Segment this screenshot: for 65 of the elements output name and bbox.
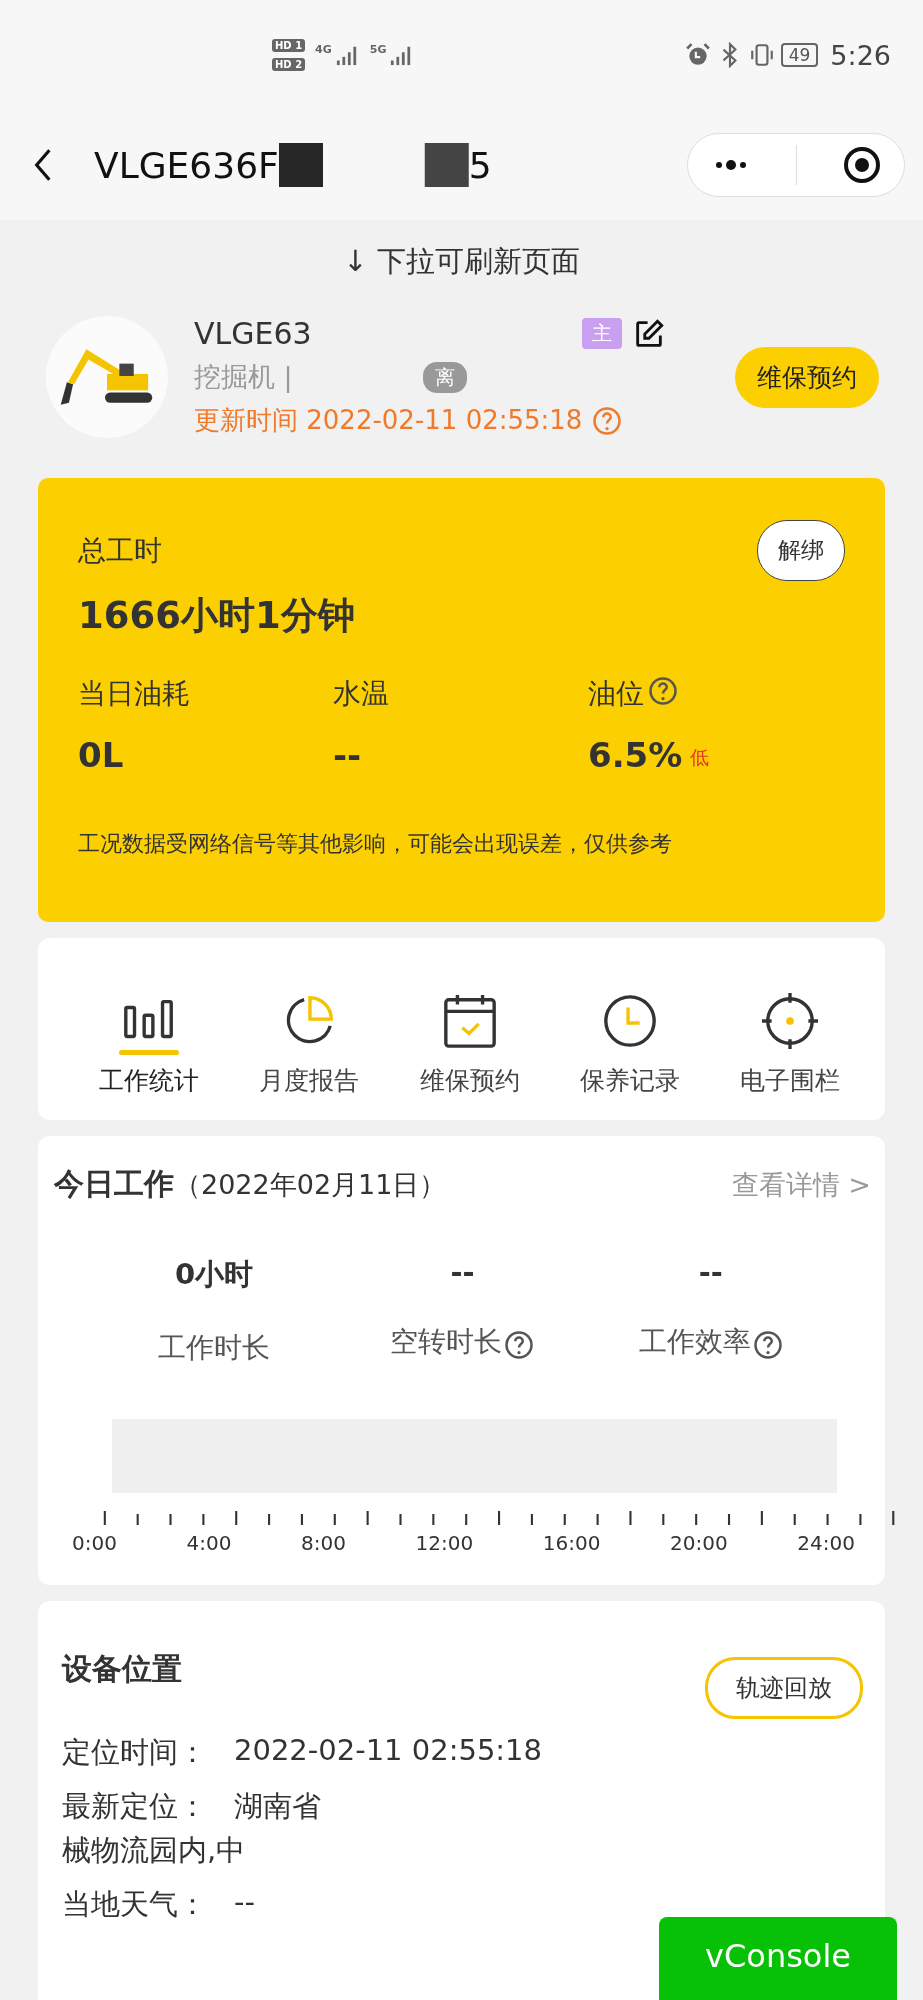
stat-value: --: [450, 1255, 475, 1289]
low-level-label: 低: [690, 745, 710, 770]
clock-time: 5:26: [830, 39, 891, 71]
axis-label: 12:00: [415, 1531, 474, 1555]
close-icon[interactable]: [841, 145, 882, 185]
network-label: 5G: [369, 43, 387, 56]
section-title: 设备位置: [62, 1650, 182, 1688]
total-hours-value: 1666小时1分钟: [78, 593, 356, 639]
stat-label: 工作时长: [158, 1330, 271, 1366]
axis-label: 16:00: [542, 1531, 601, 1555]
axis-label: 8:00: [301, 1531, 346, 1555]
shortcut-item[interactable]: 月度报告: [234, 992, 385, 1100]
field-label: 定位时间：: [62, 1734, 208, 1771]
maintenance-booking-button[interactable]: 维保预约: [735, 346, 879, 408]
field-value: 2022-02-11 02:55:18: [234, 1733, 542, 1769]
redaction-block: [278, 143, 323, 187]
disclaimer-text: 工况数据受网络信号等其他影响，可能会出现误差，仅供参考: [78, 830, 673, 858]
sim-label: HD 1: [272, 39, 306, 52]
stat-label: 空转时长: [390, 1324, 503, 1360]
status-badge: 离: [422, 361, 467, 393]
field-value: --: [234, 1885, 255, 1921]
device-type: 挖掘机 |: [194, 360, 293, 395]
shortcut-item[interactable]: 保养记录: [554, 992, 705, 1100]
battery-indicator: 49: [780, 43, 819, 67]
axis-label: 20:00: [670, 1531, 728, 1555]
alarm-icon: [684, 42, 711, 68]
help-icon[interactable]: [752, 1330, 783, 1360]
page-title: VLGE636F: [94, 144, 279, 186]
axis-label: 24:00: [797, 1531, 855, 1555]
page-title: 5: [468, 144, 492, 186]
shortcut-item[interactable]: 电子围栏: [715, 992, 865, 1100]
target-icon: [761, 992, 819, 1050]
pull-refresh-hint: ↓ 下拉可刷新页面: [342, 243, 581, 280]
unbind-button[interactable]: 解绑: [757, 520, 845, 581]
shortcut-item[interactable]: 维保预约: [394, 992, 545, 1100]
field-label: 最新定位：: [62, 1788, 208, 1825]
signal-icon: [390, 44, 413, 66]
owner-badge: 主: [581, 318, 622, 349]
metric-label: 水温: [333, 676, 389, 712]
field-value: 湖南省: [234, 1788, 321, 1825]
metric-label: 油位: [588, 676, 644, 712]
track-playback-button[interactable]: 轨迹回放: [705, 1657, 863, 1719]
stat-value: --: [698, 1255, 723, 1289]
metric-value: 6.5%: [588, 735, 683, 775]
field-value: 械物流园内,中: [62, 1833, 246, 1867]
metric-label: 当日油耗: [78, 676, 190, 712]
metric-value: --: [333, 735, 362, 775]
axis-label: 4:00: [186, 1531, 232, 1555]
vibrate-icon: [748, 42, 775, 68]
shortcut-item[interactable]: 工作统计: [74, 992, 224, 1100]
device-name: VLGE63: [194, 316, 312, 351]
network-label: 4G: [315, 43, 332, 56]
signal-icon: [335, 44, 358, 66]
stat-label: 工作效率: [638, 1324, 751, 1360]
stat-value: 0小时: [175, 1256, 254, 1293]
section-title: 今日工作: [54, 1165, 174, 1203]
total-hours-label: 总工时: [78, 533, 162, 569]
date-text: （2022年02月11日）: [174, 1168, 447, 1202]
field-label: 当地天气：: [62, 1886, 208, 1923]
help-icon[interactable]: [648, 676, 678, 706]
help-icon[interactable]: [504, 1330, 535, 1360]
metric-value: 0L: [78, 735, 124, 775]
axis-label: 0:00: [72, 1531, 117, 1555]
sim-label: HD 2: [272, 58, 306, 71]
update-time: 更新时间 2022-02-11 02:55:18: [194, 404, 583, 437]
